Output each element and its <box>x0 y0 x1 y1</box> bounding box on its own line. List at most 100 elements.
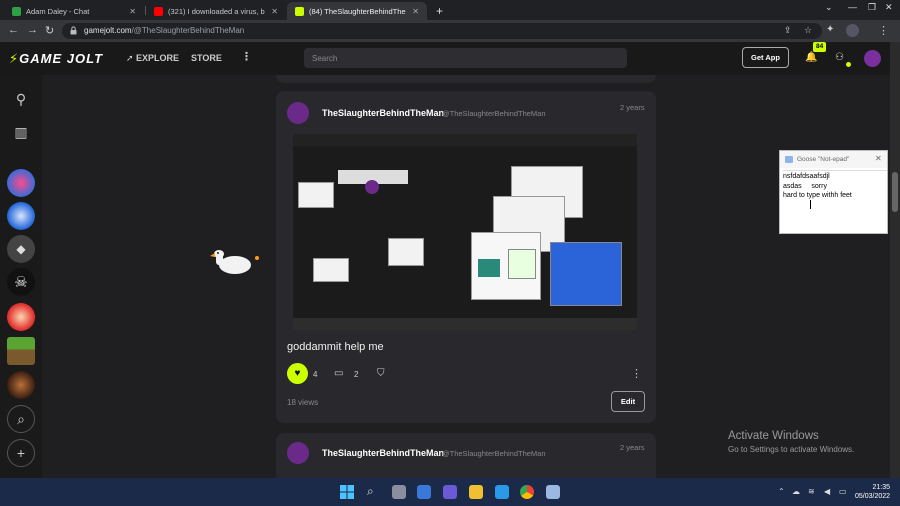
battery-icon[interactable]: ▭ <box>839 487 847 496</box>
image-popup <box>313 258 349 282</box>
fnf-game-icon[interactable] <box>7 169 35 197</box>
close-icon[interactable]: ✕ <box>875 154 882 163</box>
tab-strip: Adam Daley - Chat ✕ (321) I downloaded a… <box>0 0 900 20</box>
page-scrollbar[interactable] <box>890 42 900 478</box>
taskbar-clock[interactable]: 21:35 05/03/2022 <box>855 483 890 501</box>
user-avatar[interactable] <box>864 50 881 67</box>
url-text: gamejolt.com/@TheSlaughterBehindTheMan <box>84 26 244 35</box>
goose-icon[interactable] <box>208 247 258 277</box>
onedrive-icon[interactable]: ☁ <box>792 487 800 496</box>
previous-post-card <box>276 75 656 83</box>
author-avatar[interactable] <box>287 442 309 464</box>
explore-icon: ➚ <box>126 53 137 63</box>
lock-icon <box>70 26 77 35</box>
chrome-icon[interactable] <box>520 485 534 499</box>
back-arrow-icon[interactable]: ← <box>8 24 19 36</box>
profile-avatar[interactable] <box>846 24 859 37</box>
author-avatar[interactable] <box>287 102 309 124</box>
taskbar: ⌕ ⌃ ☁ ≋ ◀ ▭ 21:35 05/03/2022 <box>0 478 900 506</box>
nav-store[interactable]: STORE <box>191 53 222 63</box>
image-popup <box>298 182 334 208</box>
menu-dots-icon[interactable]: ⋮ <box>878 24 889 37</box>
windows-start-icon[interactable] <box>340 485 354 499</box>
sonic-game-icon[interactable] <box>7 202 35 230</box>
search-input[interactable]: Search <box>304 48 627 68</box>
author-name[interactable]: TheSlaughterBehindTheMan <box>322 108 444 118</box>
bell-icon[interactable]: 🔔 <box>805 52 817 63</box>
close-tab-icon[interactable]: ✕ <box>129 7 136 16</box>
reload-icon[interactable]: ↻ <box>45 24 54 37</box>
like-button[interactable]: ♥ <box>287 363 308 384</box>
image-taskbar <box>293 318 637 330</box>
task-view-icon[interactable] <box>392 485 406 499</box>
minimize-icon[interactable]: — <box>848 2 857 12</box>
add-icon[interactable]: + <box>7 439 35 467</box>
new-tab-button[interactable]: + <box>428 2 448 20</box>
notepad-icon <box>785 156 793 163</box>
youtube-favicon-icon <box>154 6 163 16</box>
notepad-title-bar[interactable]: Goose "Not-epad" ✕ <box>780 151 887 168</box>
image-goose-popup <box>550 242 622 306</box>
notepad-text-area[interactable]: nsfdafdsaafsdjl asdas sorry hard to type… <box>783 170 887 232</box>
site-header: ⚡GAME JOLT ➚ EXPLORE STORE ⋮ Search Get … <box>0 42 890 75</box>
tray-chevron-icon[interactable]: ⌃ <box>778 487 785 496</box>
url-input[interactable]: gamejolt.com/@TheSlaughterBehindTheMan ⇪… <box>62 23 822 39</box>
post-options-icon[interactable]: ⋮ <box>631 367 642 380</box>
fnaf-game-icon[interactable] <box>7 371 35 399</box>
close-window-icon[interactable]: ✕ <box>885 2 893 13</box>
heart-icon: ♥ <box>294 368 301 379</box>
volume-icon[interactable]: ◀ <box>824 487 830 496</box>
image-meme <box>478 259 500 277</box>
forward-arrow-icon[interactable]: → <box>27 24 38 36</box>
extensions-icon[interactable]: ✦ <box>826 24 834 35</box>
image-popup <box>471 232 541 300</box>
library-icon[interactable]: ▥ <box>7 118 35 146</box>
gamejolt-favicon-icon <box>295 6 304 16</box>
search-icon[interactable]: ⌕ <box>367 484 374 499</box>
widgets-icon[interactable] <box>417 485 431 499</box>
share-icon[interactable]: ⇪ <box>784 25 792 36</box>
post-image[interactable] <box>293 134 637 330</box>
author-handle[interactable]: @TheSlaughterBehindTheMan <box>442 449 546 458</box>
wifi-icon[interactable]: ≋ <box>808 487 815 496</box>
scrollbar-thumb[interactable] <box>892 172 898 212</box>
close-tab-icon[interactable]: ✕ <box>271 7 278 16</box>
get-app-button[interactable]: Get App <box>742 47 789 68</box>
image-header-bar <box>293 134 637 146</box>
edit-button[interactable]: Edit <box>611 391 645 412</box>
author-handle[interactable]: @TheSlaughterBehindTheMan <box>442 109 546 118</box>
url-host: gamejolt.com <box>84 26 132 35</box>
star-icon[interactable]: ☆ <box>804 25 812 36</box>
search-icon[interactable]: ⌕ <box>7 405 35 433</box>
skull-game-icon[interactable]: ☠ <box>7 268 35 296</box>
mario-game-icon[interactable] <box>7 303 35 331</box>
url-path: /@TheSlaughterBehindTheMan <box>131 26 245 35</box>
goose-notepad-window[interactable]: Goose "Not-epad" ✕ nsfdafdsaafsdjl asdas… <box>779 150 888 234</box>
store-icon[interactable] <box>495 485 509 499</box>
nav-explore[interactable]: ➚ EXPLORE <box>126 53 179 64</box>
restore-icon[interactable]: ❐ <box>868 2 876 13</box>
close-tab-icon[interactable]: ✕ <box>412 7 419 16</box>
notepad-app-icon[interactable] <box>546 485 560 499</box>
tab-title: Adam Daley - Chat <box>26 6 90 16</box>
tab-chat[interactable]: Adam Daley - Chat ✕ <box>4 2 144 20</box>
activity-icon[interactable]: ⚲ <box>7 85 35 113</box>
tab-youtube[interactable]: (321) I downloaded a virus, but it ✕ <box>146 2 286 20</box>
more-menu-icon[interactable]: ⋮ <box>241 50 252 63</box>
file-explorer-icon[interactable] <box>469 485 483 499</box>
notification-count-badge: 84 <box>813 42 827 52</box>
tab-title: (84) TheSlaughterBehindTheMan <box>309 6 406 16</box>
tab-title: (321) I downloaded a virus, but it <box>168 6 265 16</box>
minecraft-game-icon[interactable] <box>7 337 35 365</box>
chevron-down-icon[interactable]: ⌄ <box>825 2 833 13</box>
friends-icon[interactable]: ⚇ <box>835 52 844 63</box>
comment-icon[interactable]: ▭ <box>334 368 343 379</box>
gamejolt-logo[interactable]: ⚡GAME JOLT <box>9 51 103 67</box>
sticker-icon[interactable]: ⛉ <box>377 368 385 379</box>
post-time: 2 years <box>620 443 645 452</box>
author-name[interactable]: TheSlaughterBehindTheMan <box>322 448 444 458</box>
tab-gamejolt[interactable]: (84) TheSlaughterBehindTheMan ✕ <box>287 2 427 20</box>
teams-icon[interactable] <box>443 485 457 499</box>
notepad-line: hard to type withh feet <box>783 192 852 199</box>
roblox-game-icon[interactable]: ◆ <box>7 235 35 263</box>
